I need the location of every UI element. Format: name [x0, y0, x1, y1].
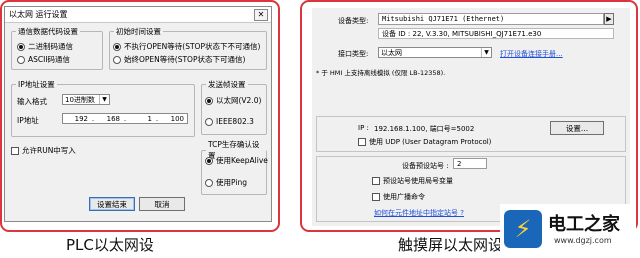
input-format-label: 输入格式 [17, 97, 47, 106]
ip-octet-2[interactable]: 168 [95, 115, 123, 123]
ip-address-input[interactable]: 192 . 168 . 1 . 100 [62, 113, 188, 124]
ip-octet-3[interactable]: 1 [127, 115, 155, 123]
device-type-value: Mitsubishi QJ71E71 (Ethernet) [382, 15, 505, 23]
ip-settings-legend: IP地址设置 [18, 80, 55, 89]
device-info-text: 设备 ID : 22, V.3.30, MITSUBISHI_QJ71E71.e… [382, 29, 542, 38]
default-station-label: 设备预设站号 : [402, 162, 449, 170]
radio-ethernet-v2[interactable]: 以太网(V2.0) [205, 95, 261, 106]
ok-button[interactable]: 设置结束 [89, 197, 135, 211]
radio-button[interactable] [17, 42, 25, 51]
udp-checkbox[interactable]: 使用 UDP (User Datagram Protocol) [358, 137, 491, 147]
settings-button[interactable]: 设置... [550, 121, 604, 135]
hmi-device-settings: 设备类型: Mitsubishi QJ71E71 (Ethernet) ▶ 设备… [312, 8, 630, 226]
ip-address-label: IP地址 [17, 116, 39, 125]
dialog-titlebar: 以太网 运行设置 ✕ [5, 7, 271, 23]
radio-ascii-comm[interactable]: ASCII码通信 [17, 54, 70, 65]
checkbox[interactable] [372, 177, 380, 185]
close-icon[interactable]: ✕ [254, 8, 268, 21]
radio-binary-comm[interactable]: 二进制码通信 [17, 41, 73, 52]
interface-type-select[interactable]: 以太网 ▼ [378, 47, 492, 58]
radio-ieee8023[interactable]: IEEE802.3 [205, 117, 254, 126]
radio-button[interactable] [205, 96, 213, 105]
send-frame-legend: 发送帧设置 [208, 80, 246, 89]
watermark-badge-glyph: ⚡ [514, 215, 532, 243]
watermark: ⚡ 电工之家 www.dgzj.com [500, 204, 636, 256]
init-timing-legend: 初始时间设置 [116, 27, 161, 36]
device-type-field[interactable]: Mitsubishi QJ71E71 (Ethernet) [378, 13, 604, 25]
offline-simulation-note: * 于 HMI 上支持离线模拟 (仅限 LB-12358). [316, 69, 446, 77]
radio-ping[interactable]: 使用Ping [205, 177, 247, 188]
device-manual-link[interactable]: 打开设备连接手册... [500, 49, 563, 59]
ip-settings-group: IP地址设置 [11, 79, 195, 137]
input-format-select[interactable]: 10进制数 ▼ [62, 94, 110, 105]
radio-button[interactable] [205, 178, 213, 187]
comm-code-legend: 通信数据代码设置 [18, 27, 78, 36]
checkbox[interactable] [358, 138, 366, 146]
interface-type-value: 以太网 [381, 48, 402, 57]
caption-plc: PLC以太网设 [66, 236, 154, 254]
radio-button[interactable] [113, 55, 121, 64]
radio-button[interactable] [17, 55, 25, 64]
checkbox-label: 使用 UDP (User Datagram Protocol) [369, 138, 492, 146]
radio-label: ASCII码通信 [28, 55, 71, 64]
radio-label: 二进制码通信 [28, 42, 73, 51]
default-station-value: 2 [457, 159, 462, 168]
device-info-field: 设备 ID : 22, V.3.30, MITSUBISHI_QJ71E71.e… [378, 28, 614, 39]
station-address-help-link[interactable]: 如何在元件地址中指定站号 ? [374, 208, 464, 218]
radio-label: 始终OPEN等待(STOP状态下可通信) [124, 55, 246, 64]
radio-always-open-wait[interactable]: 始终OPEN等待(STOP状态下可通信) [113, 54, 245, 65]
chevron-down-icon[interactable]: ▼ [481, 48, 491, 57]
device-type-label: 设备类型: [338, 17, 369, 25]
radio-label: 使用KeepAlive [216, 156, 268, 165]
checkbox-label: 允许RUN中写入 [22, 146, 76, 155]
watermark-url: www.dgzj.com [554, 236, 612, 245]
watermark-title: 电工之家 [548, 214, 620, 235]
default-station-input[interactable]: 2 [453, 158, 487, 169]
send-frame-group: 发送帧设置 [201, 79, 267, 135]
ip-octet-4[interactable]: 100 [159, 115, 187, 123]
plc-settings-dialog: 以太网 运行设置 ✕ 通信数据代码设置 二进制码通信 ASCII码通信 初始时间… [4, 6, 272, 222]
use-station-variable-checkbox[interactable]: 预设站号使用局号变量 [372, 176, 453, 186]
radio-label: IEEE802.3 [216, 117, 254, 126]
checkbox[interactable] [11, 146, 19, 155]
ip-value: 192.168.1.100, 端口号=5002 [374, 125, 475, 133]
ip-label: IP : [358, 124, 369, 132]
input-format-value: 10进制数 [65, 95, 95, 104]
radio-no-open-wait[interactable]: 不执行OPEN等待(STOP状态下不可通信) [113, 41, 260, 52]
dialog-title: 以太网 运行设置 [9, 10, 68, 19]
radio-button[interactable] [205, 117, 213, 126]
chevron-down-icon[interactable]: ▼ [99, 95, 109, 104]
ip-octet-1[interactable]: 192 [63, 115, 91, 123]
radio-button[interactable] [205, 156, 213, 165]
caption-hmi: 触摸屏以太网设 [398, 236, 504, 254]
interface-type-label: 接口类型: [338, 50, 369, 58]
radio-label: 不执行OPEN等待(STOP状态下不可通信) [124, 42, 261, 51]
radio-keepalive[interactable]: 使用KeepAlive [205, 155, 268, 166]
checkbox[interactable] [372, 193, 380, 201]
radio-label: 使用Ping [216, 178, 247, 187]
cancel-button[interactable]: 取消 [139, 197, 185, 211]
checkbox-label: 预设站号使用局号变量 [383, 177, 453, 185]
watermark-logo-icon: ⚡ [504, 210, 542, 248]
radio-label: 以太网(V2.0) [216, 96, 262, 105]
device-type-arrow-button[interactable]: ▶ [604, 13, 614, 25]
allow-run-write-checkbox[interactable]: 允许RUN中写入 [11, 145, 76, 156]
use-broadcast-checkbox[interactable]: 使用广播命令 [372, 192, 425, 202]
checkbox-label: 使用广播命令 [383, 193, 425, 201]
radio-button[interactable] [113, 42, 121, 51]
